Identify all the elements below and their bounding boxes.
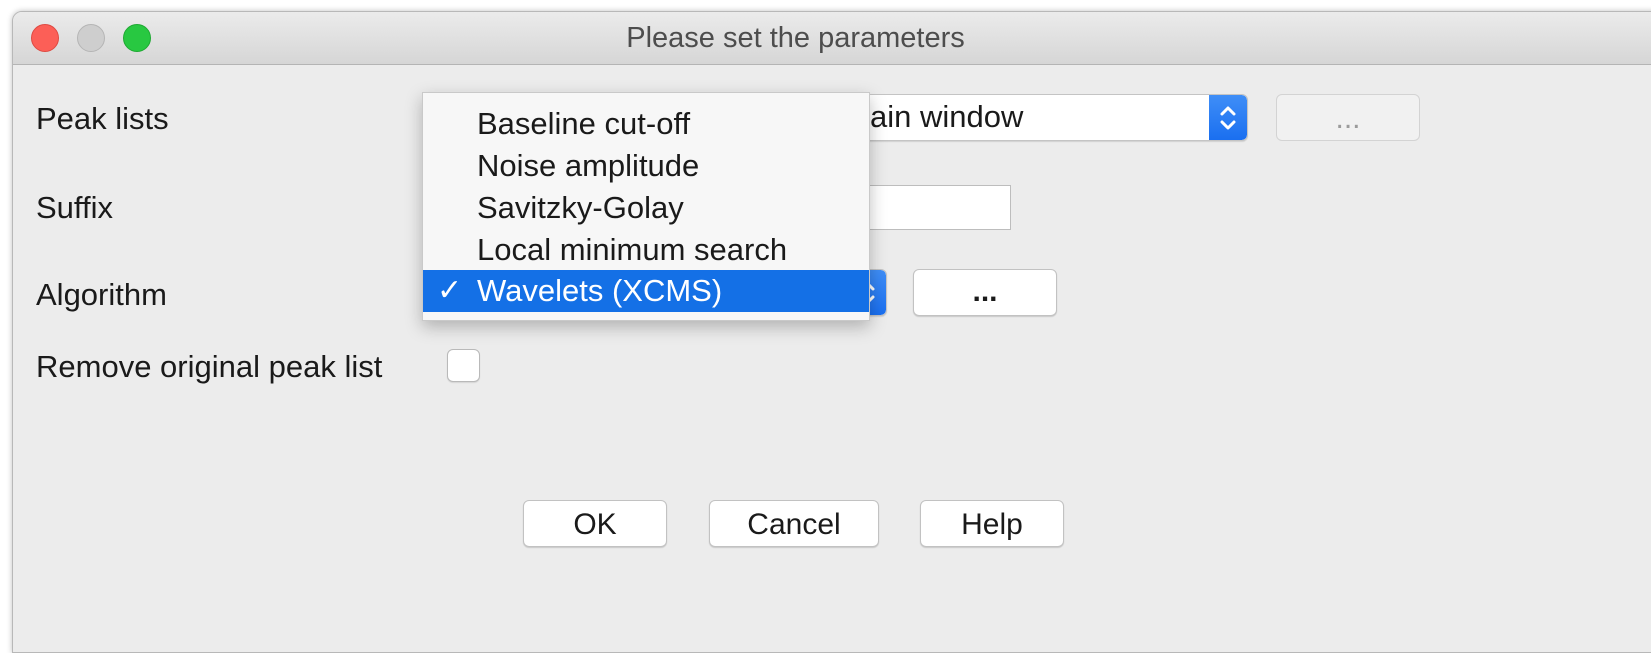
suffix-label: Suffix [36, 190, 113, 225]
remove-original-checkbox[interactable] [447, 349, 480, 382]
algorithm-menu-item-label: Savitzky-Golay [477, 190, 684, 225]
algorithm-menu-item-label: Wavelets (XCMS) [477, 273, 723, 308]
algorithm-menu-item-label: Local minimum search [477, 232, 788, 267]
algorithm-menu-item[interactable]: ✓ Wavelets (XCMS) [423, 270, 869, 312]
peak-lists-label: Peak lists [36, 101, 169, 136]
checkmark-icon: ✓ [437, 274, 463, 307]
algorithm-menu-item[interactable]: Noise amplitude [423, 145, 869, 187]
algorithm-menu-item[interactable]: Baseline cut-off [423, 103, 869, 145]
algorithm-menu-item[interactable]: Savitzky-Golay [423, 187, 869, 229]
window-title: Please set the parameters [626, 22, 965, 54]
algorithm-menu-item[interactable]: Local minimum search [423, 229, 869, 271]
title-bar[interactable]: Please set the parameters [13, 12, 1651, 65]
peak-lists-options-button[interactable]: ... [1276, 94, 1420, 141]
algorithm-label: Algorithm [36, 277, 167, 312]
peak-lists-select-value: ain window [870, 99, 1024, 134]
help-button[interactable]: Help [920, 500, 1064, 547]
ok-button[interactable]: OK [523, 500, 667, 547]
algorithm-dropdown-menu: Baseline cut-off Noise amplitude Savitzky-… [422, 92, 870, 321]
cancel-button[interactable]: Cancel [709, 500, 879, 547]
remove-original-label: Remove original peak list [36, 349, 383, 384]
updown-chevron-icon [1209, 95, 1247, 140]
algorithm-options-button[interactable]: ... [913, 269, 1057, 316]
algorithm-menu-item-label: Baseline cut-off [477, 106, 691, 141]
algorithm-menu-item-label: Noise amplitude [477, 148, 700, 183]
